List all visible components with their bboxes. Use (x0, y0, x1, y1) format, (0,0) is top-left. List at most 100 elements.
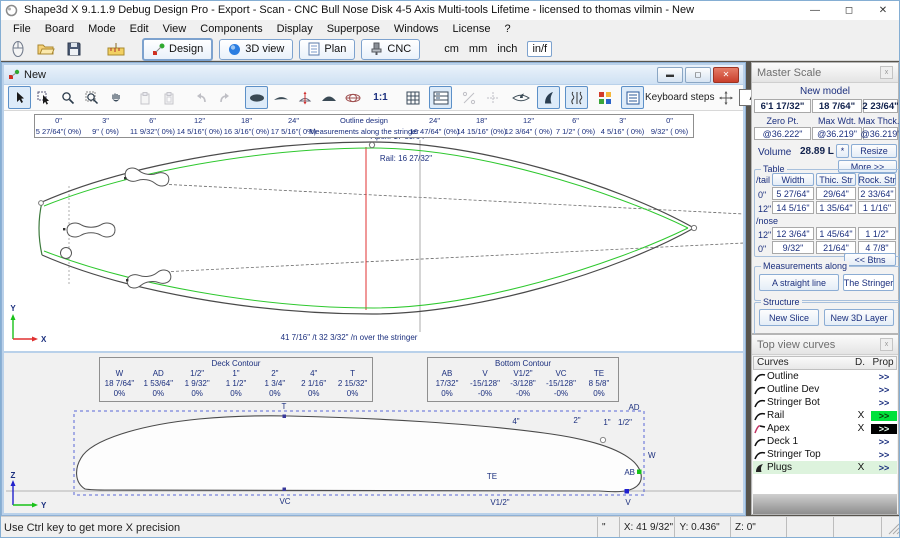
curve-row-plugs[interactable]: PlugsX>> (753, 461, 897, 474)
maximize-button[interactable]: ◻ (832, 0, 866, 20)
prop-button[interactable]: >> (871, 424, 897, 434)
undo-icon[interactable] (189, 86, 212, 109)
board-outline-canvas[interactable]: Apex: 17 59/64" Rail: 16 27/32" 41 7/16"… (4, 111, 743, 351)
plan-button[interactable]: Plan (299, 39, 355, 60)
nose-row0-rock[interactable]: 1 1/2" (858, 227, 896, 240)
deck-col-value[interactable]: 1 3/4" (255, 379, 294, 389)
fin-plugs[interactable] (61, 167, 172, 289)
save-icon[interactable] (62, 39, 86, 59)
slice-view-pane[interactable]: T AD 4" 2" 1" 1/2" W AB TE VC V1/2" V Z … (4, 353, 743, 510)
curve-row-outline-dev[interactable]: Outline Dev>> (753, 383, 897, 396)
curvature-icon[interactable] (565, 86, 588, 109)
bottom-col-value[interactable]: 17/32" (428, 379, 466, 389)
nose-row0-thic[interactable]: 1 45/64" (816, 227, 856, 240)
curve-row-apex[interactable]: ApexX>> (753, 422, 897, 435)
thickness-view-icon[interactable] (317, 86, 340, 109)
bottom-col-value[interactable]: -15/128" (466, 379, 504, 389)
width-col-button[interactable]: Width (772, 173, 814, 186)
child-minimize-button[interactable]: ▬ (657, 67, 683, 83)
master-scale-header[interactable]: Master Scale x (752, 63, 898, 83)
new-3d-layer-button[interactable]: New 3D Layer (824, 309, 894, 326)
cnc-button[interactable]: CNC (361, 39, 420, 60)
menu-superpose[interactable]: Superpose (320, 21, 387, 37)
guidelines-icon[interactable] (457, 86, 480, 109)
rail-control-point[interactable] (600, 437, 605, 442)
plan-view-pane[interactable]: 0" 3" 6" 12" 18" 24" Outline design 24" … (4, 111, 743, 353)
zero-pt-value[interactable]: @36.222" (754, 127, 811, 140)
grid-icon[interactable] (401, 86, 424, 109)
nose-row1-width[interactable]: 9/32" (772, 241, 814, 254)
curve-row-outline[interactable]: Outline>> (753, 370, 897, 383)
deck-col-value[interactable]: 2 1/16" (294, 379, 333, 389)
tail-row0-width[interactable]: 5 27/64" (772, 187, 814, 200)
board-fin-icon[interactable] (509, 86, 532, 109)
rocker-view-icon[interactable] (269, 86, 292, 109)
t-marker[interactable] (283, 415, 287, 419)
menu-mode[interactable]: Mode (81, 21, 123, 37)
btns-toggle-button[interactable]: << Btns (844, 253, 896, 266)
nose-control-point[interactable] (691, 225, 696, 230)
3d-view-button[interactable]: 3D view (219, 39, 293, 60)
menu-board[interactable]: Board (38, 21, 81, 37)
master-scale-close-icon[interactable]: x (880, 66, 893, 79)
child-close-button[interactable]: ✕ (713, 67, 739, 83)
d-col-label[interactable]: D. (850, 357, 870, 369)
pointer-tool-icon[interactable] (6, 39, 30, 59)
move-steps-icon[interactable] (719, 91, 733, 105)
curve-row-deck1[interactable]: Deck 1>> (753, 435, 897, 448)
resize-button[interactable]: Resize (851, 144, 897, 158)
max-width-pos-value[interactable]: @36.219" (812, 127, 862, 140)
deck-col-value[interactable]: 18 7/64" (100, 379, 139, 389)
status-resize-grip[interactable] (881, 517, 900, 538)
paste-icon[interactable] (157, 86, 180, 109)
slice-view-icon[interactable] (293, 86, 316, 109)
menu-file[interactable]: File (6, 21, 38, 37)
tail-control-point[interactable] (39, 201, 44, 206)
rock-col-button[interactable]: Rock. Str (858, 173, 896, 186)
zoom-icon[interactable] (56, 86, 79, 109)
apex-control-point[interactable] (369, 142, 374, 147)
tail-row1-width[interactable]: 14 5/16" (772, 201, 814, 214)
prop-button[interactable]: >> (871, 411, 897, 421)
side-plug-top[interactable] (124, 167, 170, 187)
prop-button[interactable]: >> (871, 463, 897, 473)
vc-marker[interactable] (283, 488, 287, 492)
copy-icon[interactable] (133, 86, 156, 109)
tail-row0-thic[interactable]: 29/64" (816, 187, 856, 200)
menu-components[interactable]: Components (193, 21, 269, 37)
one-to-one-icon[interactable]: 1:1 (369, 86, 392, 109)
select-arrow-icon[interactable] (8, 86, 31, 109)
length-value[interactable]: 6'1 17/32" (754, 99, 811, 113)
outline-view-icon[interactable] (245, 86, 268, 109)
outline-bottom-curve[interactable] (42, 228, 694, 314)
axes-cross-icon[interactable] (481, 86, 504, 109)
pan-hand-icon[interactable] (104, 86, 127, 109)
unit-cm[interactable]: cm (444, 43, 459, 55)
new-slice-button[interactable]: New Slice (759, 309, 819, 326)
leash-plug[interactable] (61, 248, 72, 259)
menu-help[interactable]: ? (497, 21, 517, 37)
prop-button[interactable]: >> (871, 398, 897, 408)
bottom-col-value[interactable]: -3/128" (504, 379, 542, 389)
design-window-titlebar[interactable]: New ▬ ◻ ✕ (4, 65, 743, 85)
menu-windows[interactable]: Windows (387, 21, 446, 37)
minimize-button[interactable]: — (798, 0, 832, 20)
thickness-value[interactable]: 2 23/64" (863, 99, 898, 113)
deck-col-value[interactable]: 1 53/64" (139, 379, 178, 389)
bottom-col-value[interactable]: -15/128" (542, 379, 580, 389)
tail-row1-thic[interactable]: 1 35/64" (816, 201, 856, 214)
curve-row-rail[interactable]: RailX>> (753, 409, 897, 422)
bottom-col-value[interactable]: 8 5/8" (580, 379, 618, 389)
prop-button[interactable]: >> (871, 437, 897, 447)
prop-button[interactable]: >> (871, 450, 897, 460)
curves-col-label[interactable]: Curves (754, 357, 850, 369)
open-folder-icon[interactable] (34, 39, 58, 59)
straight-line-button[interactable]: A straight line (759, 274, 839, 291)
center-plug[interactable] (67, 223, 115, 237)
tail-row1-rock[interactable]: 1 1/16" (858, 201, 896, 214)
deck-col-value[interactable]: 1 9/32" (178, 379, 217, 389)
unit-mm[interactable]: mm (469, 43, 487, 55)
tail-edge-curve[interactable] (39, 202, 42, 255)
slice-contour[interactable] (77, 416, 642, 492)
menu-display[interactable]: Display (270, 21, 320, 37)
